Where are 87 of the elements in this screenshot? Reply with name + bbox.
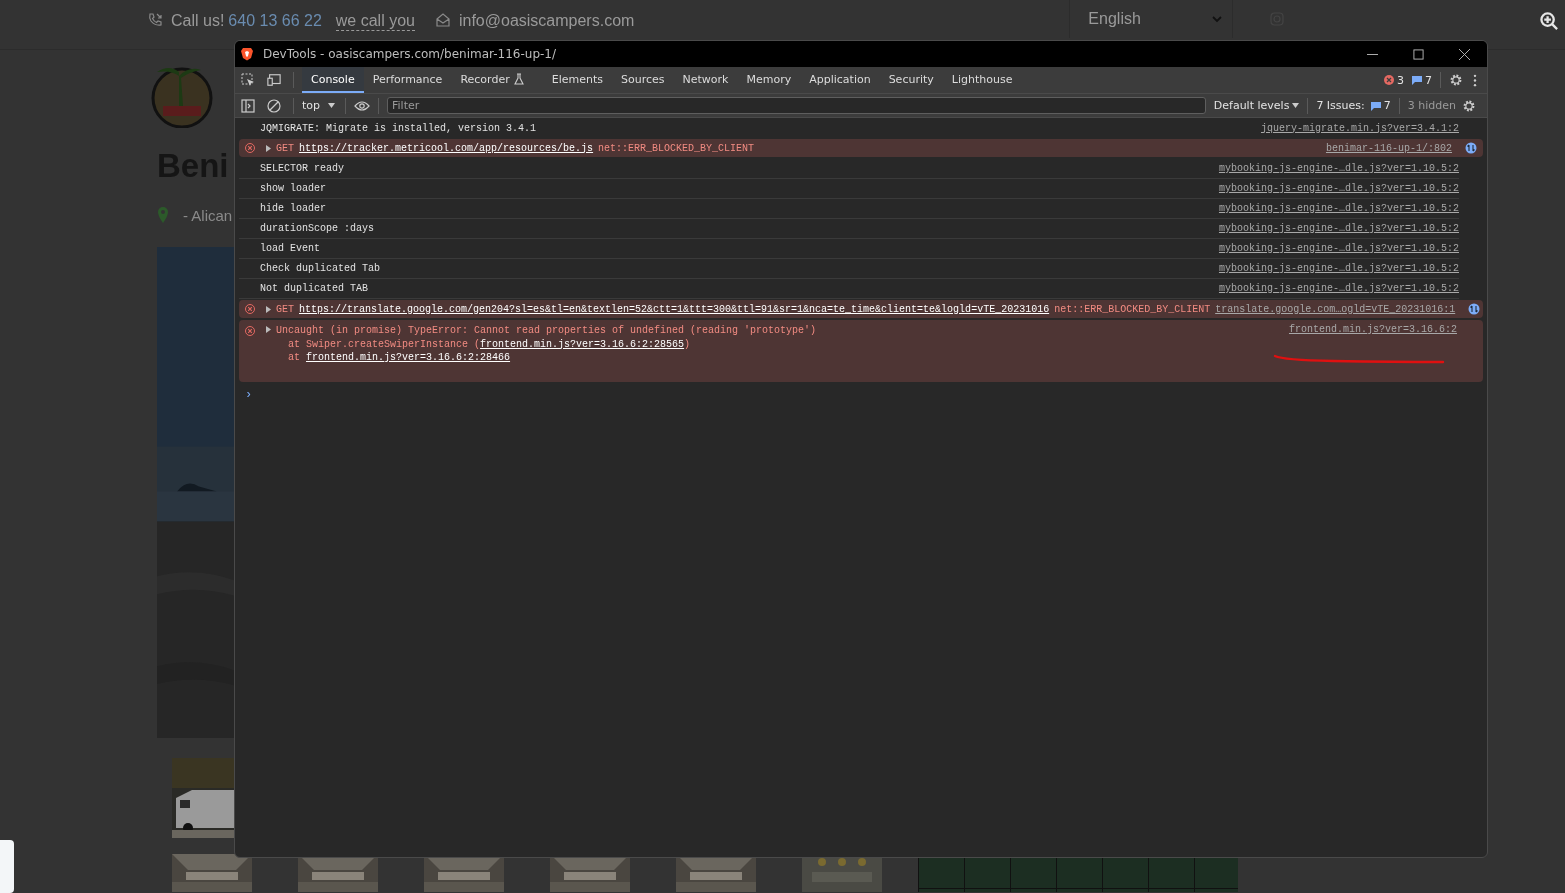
source-link[interactable]: mybooking-js-engine-…dle.js?ver=1.10.5:2: [1218, 163, 1459, 174]
eye-icon[interactable]: [354, 100, 371, 111]
panel-tab[interactable]: Sources: [611, 67, 674, 93]
expand-icon[interactable]: [266, 305, 271, 313]
flask-icon: [513, 73, 524, 85]
panel-tab[interactable]: Network: [673, 67, 738, 93]
message-count: 7: [1425, 73, 1432, 87]
network-request-icon[interactable]: [1465, 142, 1477, 154]
error-count: 3: [1397, 73, 1404, 87]
source-link[interactable]: benimar-116-up-1/:802: [1325, 142, 1452, 154]
zoom-in-icon[interactable]: [1540, 12, 1559, 31]
log-levels-dropdown[interactable]: Default levels: [1213, 99, 1300, 112]
lion-shield-icon: [241, 47, 253, 61]
log-message: load Event: [260, 243, 320, 254]
panel-tab[interactable]: Security: [879, 67, 943, 93]
source-link[interactable]: mybooking-js-engine-…dle.js?ver=1.10.5:2: [1218, 263, 1459, 274]
log-message: SELECTOR ready: [260, 163, 344, 174]
error-icon: [1384, 75, 1394, 85]
settings-icon[interactable]: [1462, 98, 1476, 113]
error-icon: [245, 304, 255, 314]
phone-link[interactable]: 640 13 66 22: [228, 12, 322, 30]
error-text: net::ERR_BLOCKED_BY_CLIENT: [598, 142, 755, 154]
log-message: Not duplicated TAB: [260, 283, 369, 294]
stack-frame-text: ): [684, 337, 691, 351]
request-url-link[interactable]: https://tracker.metricool.com/app/resources/be.js: [299, 142, 594, 154]
location-pin-icon: [157, 206, 169, 224]
error-text: Uncaught (in promise) TypeError: Cannot read properties of undefined (reading 'prototype'): [276, 324, 817, 338]
error-icon: [245, 326, 255, 336]
panel-tab[interactable]: Lighthouse: [942, 67, 1022, 93]
source-link[interactable]: translate.google.com…ogld=vTE_20231016:1: [1215, 303, 1456, 315]
stack-frame-link[interactable]: frontend.min.js?ver=3.16.6:2:28565: [480, 337, 685, 351]
window-title: DevTools - oasiscampers.com/benimar-116-up-1/: [263, 47, 557, 61]
panel-tab[interactable]: Recorder: [451, 67, 533, 93]
language-select[interactable]: English: [1069, 0, 1234, 38]
log-message: hide loader: [260, 203, 326, 214]
request-url-link[interactable]: https://translate.google.com/gen204?sl=es&tl=en&textlen=52&ctt=1&ttt=300&ttl=91&sr=1&nca=te_time&client=te&logld=vTE_20231016: [299, 303, 1050, 315]
context-dropdown[interactable]: top: [302, 99, 336, 112]
more-options-icon[interactable]: [1473, 73, 1477, 87]
source-link[interactable]: frontend.min.js?ver=3.16.6:2: [1288, 324, 1457, 335]
call-label: Call us!: [171, 12, 225, 30]
close-icon[interactable]: [1459, 48, 1470, 60]
message-icon: [1370, 100, 1381, 111]
source-link[interactable]: mybooking-js-engine-…dle.js?ver=1.10.5:2: [1218, 243, 1459, 254]
stack-frame-link[interactable]: frontend.min.js?ver=3.16.6:2:28466: [306, 351, 511, 365]
source-link[interactable]: mybooking-js-engine-…dle.js?ver=1.10.5:2: [1218, 183, 1459, 194]
maximize-icon[interactable]: [1413, 48, 1424, 60]
panel-tab[interactable]: Memory: [737, 67, 801, 93]
hidden-count: 3 hidden: [1407, 99, 1456, 112]
console-prompt[interactable]: ›: [245, 388, 253, 402]
stack-frame-text: at: [288, 351, 301, 365]
request-method: GET: [276, 142, 294, 154]
filter-field[interactable]: Filter: [387, 97, 1206, 114]
source-link[interactable]: mybooking-js-engine-…dle.js?ver=1.10.5:2: [1218, 223, 1459, 234]
sidebar-toggle-icon[interactable]: [241, 98, 255, 113]
clear-console-icon[interactable]: [267, 98, 281, 113]
source-link[interactable]: mybooking-js-engine-…dle.js?ver=1.10.5:2: [1218, 203, 1459, 214]
request-method: GET: [276, 303, 294, 315]
phone-icon: [147, 12, 163, 28]
panel-tab[interactable]: Elements: [542, 67, 612, 93]
mail-icon: [434, 12, 451, 28]
network-request-icon[interactable]: [1468, 303, 1481, 315]
stack-frame-text: at Swiper.createSwiperInstance (: [288, 337, 481, 351]
panel-tab[interactable]: Console: [302, 67, 364, 93]
error-icon: [245, 143, 255, 153]
log-message: durationScope :days: [260, 223, 375, 234]
panel-tab[interactable]: Performance: [363, 67, 452, 93]
email-text: info@oasiscampers.com: [458, 12, 635, 30]
inspect-icon[interactable]: [241, 73, 255, 87]
issues-label[interactable]: 7 Issues:: [1316, 99, 1365, 112]
dropdown-arrow-icon: [328, 103, 336, 108]
dropdown-arrow-icon: [1292, 103, 1300, 108]
log-message: show loader: [260, 183, 326, 194]
log-message: JQMIGRATE: Migrate is installed, version 3.4.1: [260, 122, 537, 134]
location-text: - Alican: [183, 206, 233, 224]
error-text: net::ERR_BLOCKED_BY_CLIENT: [1054, 303, 1211, 315]
expand-icon[interactable]: [266, 144, 271, 152]
source-link[interactable]: mybooking-js-engine-…dle.js?ver=1.10.5:2: [1218, 283, 1459, 294]
log-message: Check duplicated Tab: [260, 263, 381, 274]
settings-icon[interactable]: [1449, 73, 1463, 87]
callback-link[interactable]: we call you: [335, 12, 415, 31]
chevron-icon: [1212, 15, 1223, 23]
expand-icon[interactable]: [266, 326, 271, 333]
source-link[interactable]: jquery-migrate.min.js?ver=3.4.1:2: [1260, 122, 1459, 134]
device-toolbar-icon[interactable]: [267, 73, 281, 87]
issues-count: 7: [1383, 99, 1391, 112]
panel-tab[interactable]: Application: [800, 67, 880, 93]
message-icon: [1412, 75, 1422, 85]
